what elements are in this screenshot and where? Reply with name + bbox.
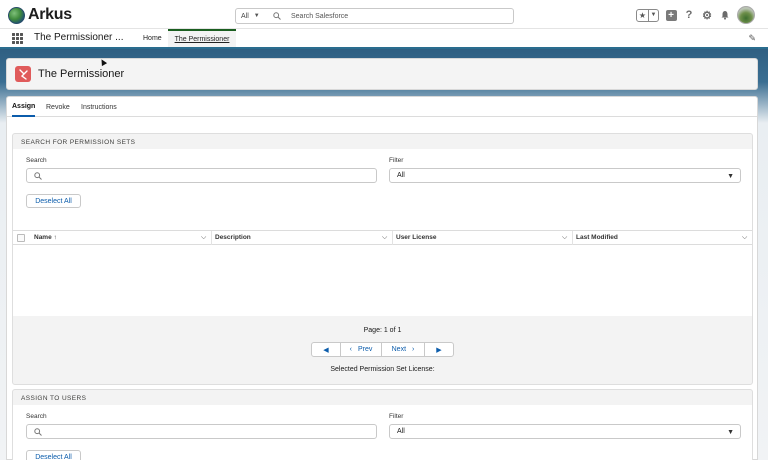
assign-users-section: ASSIGN TO USERS Search Filter All ▼ Dese…: [12, 389, 753, 460]
permission-sets-body: Search Filter All ▼ Deselect All Name ↑ …: [13, 149, 752, 316]
search-scope-dropdown[interactable]: All ▼: [235, 8, 265, 24]
first-page-icon: ◀: [323, 346, 329, 354]
next-page-button[interactable]: Next ›: [381, 342, 425, 357]
search-label: Search: [26, 157, 47, 164]
deselect-all-users-button[interactable]: Deselect All: [26, 450, 81, 460]
avatar[interactable]: [737, 6, 755, 24]
header-icons: ★ ▼ + ? ⚙: [636, 6, 755, 24]
global-header: Arkus All ▼ Search Salesforce ★ ▼ + ? ⚙: [0, 0, 768, 29]
section-title: ASSIGN TO USERS: [21, 395, 87, 402]
column-last-modified[interactable]: Last Modified: [576, 234, 618, 241]
global-search-input[interactable]: Search Salesforce: [264, 8, 514, 24]
search-icon: [34, 172, 42, 180]
pagination-area: Page: 1 of 1 ◀ ‹ Prev Next › ▶ Selected …: [13, 316, 752, 386]
help-icon[interactable]: ?: [683, 9, 695, 21]
page-count: Page: 1 of 1: [363, 327, 402, 334]
chevron-down-icon[interactable]: ⌵: [742, 234, 747, 242]
app-name: The Permissioner ...: [34, 32, 124, 43]
filter-value: All: [397, 428, 405, 435]
chevron-down-icon: ▼: [727, 173, 734, 180]
chevron-down-icon[interactable]: ⌵: [382, 234, 387, 242]
prev-label: Prev: [357, 346, 373, 353]
logo[interactable]: Arkus: [8, 6, 72, 24]
plus-icon: +: [665, 9, 677, 21]
user-filter-select[interactable]: All ▼: [389, 424, 741, 439]
star-icon[interactable]: ★: [637, 9, 649, 21]
chevron-left-icon: ‹: [349, 346, 352, 353]
chevron-down-icon: ▼: [253, 13, 260, 19]
tab-instructions[interactable]: Instructions: [81, 97, 117, 117]
global-actions-button[interactable]: +: [665, 9, 677, 21]
chevron-right-icon: ›: [412, 346, 415, 353]
edit-nav-icon[interactable]: ✎: [748, 33, 756, 44]
column-divider: [572, 231, 573, 245]
page-object-icon: [15, 66, 31, 82]
favorites-button[interactable]: ★ ▼: [636, 8, 659, 22]
tab-assign[interactable]: Assign: [12, 97, 36, 117]
table-header: Name ↑ ⌵ Description ⌵ User License ⌵ La…: [13, 230, 752, 245]
select-all-checkbox[interactable]: [17, 234, 25, 242]
filter-label: Filter: [389, 157, 404, 164]
bell-icon[interactable]: [719, 9, 731, 21]
nav-item-the-permissioner[interactable]: The Permissioner: [168, 29, 236, 47]
column-divider: [392, 231, 393, 245]
column-description[interactable]: Description: [215, 234, 251, 241]
pager: ◀ ‹ Prev Next › ▶: [311, 342, 454, 357]
logo-text: Arkus: [28, 6, 72, 23]
globe-icon: [8, 6, 25, 24]
filter-value: All: [397, 172, 405, 179]
permission-set-filter-select[interactable]: All ▼: [389, 168, 741, 183]
tab-revoke[interactable]: Revoke: [46, 97, 70, 117]
permission-set-search-input[interactable]: [26, 168, 377, 183]
chevron-down-icon[interactable]: ⌵: [562, 234, 567, 242]
prev-page-button[interactable]: ‹ Prev: [340, 342, 382, 357]
chevron-down-icon[interactable]: ⌵: [201, 234, 206, 242]
search-icon: [34, 428, 42, 436]
chevron-down-icon: ▼: [727, 429, 734, 436]
selected-license-text: Selected Permission Set License:: [330, 366, 435, 373]
search-placeholder: Search Salesforce: [291, 12, 349, 20]
chevron-down-icon[interactable]: ▼: [649, 10, 658, 21]
column-user-license[interactable]: User License: [396, 234, 436, 241]
tab-bar: Assign Revoke Instructions: [7, 97, 757, 117]
page-title: The Permissioner: [38, 68, 125, 80]
assign-users-body: Search Filter All ▼ Deselect All: [13, 405, 752, 460]
nav-item-home[interactable]: Home: [137, 29, 168, 47]
search-scope-label: All: [241, 12, 249, 20]
last-page-icon: ▶: [436, 346, 442, 354]
first-page-button[interactable]: ◀: [311, 342, 341, 357]
gear-icon[interactable]: ⚙: [701, 9, 713, 22]
column-name[interactable]: Name ↑: [34, 234, 57, 241]
search-label: Search: [26, 413, 47, 420]
user-search-input[interactable]: [26, 424, 377, 439]
app-launcher-icon[interactable]: [12, 33, 23, 44]
page-header: The Permissioner: [6, 58, 758, 90]
section-title: SEARCH FOR PERMISSION SETS: [21, 139, 136, 146]
search-icon: [273, 12, 281, 20]
app-nav-bar: The Permissioner ... Home The Permission…: [0, 29, 768, 49]
next-label: Next: [391, 346, 407, 353]
filter-label: Filter: [389, 413, 404, 420]
permission-sets-section: SEARCH FOR PERMISSION SETS Search Filter…: [12, 133, 753, 385]
deselect-all-button[interactable]: Deselect All: [26, 194, 81, 208]
column-divider: [211, 231, 212, 245]
last-page-button[interactable]: ▶: [424, 342, 454, 357]
main-card: Assign Revoke Instructions SEARCH FOR PE…: [6, 96, 758, 460]
